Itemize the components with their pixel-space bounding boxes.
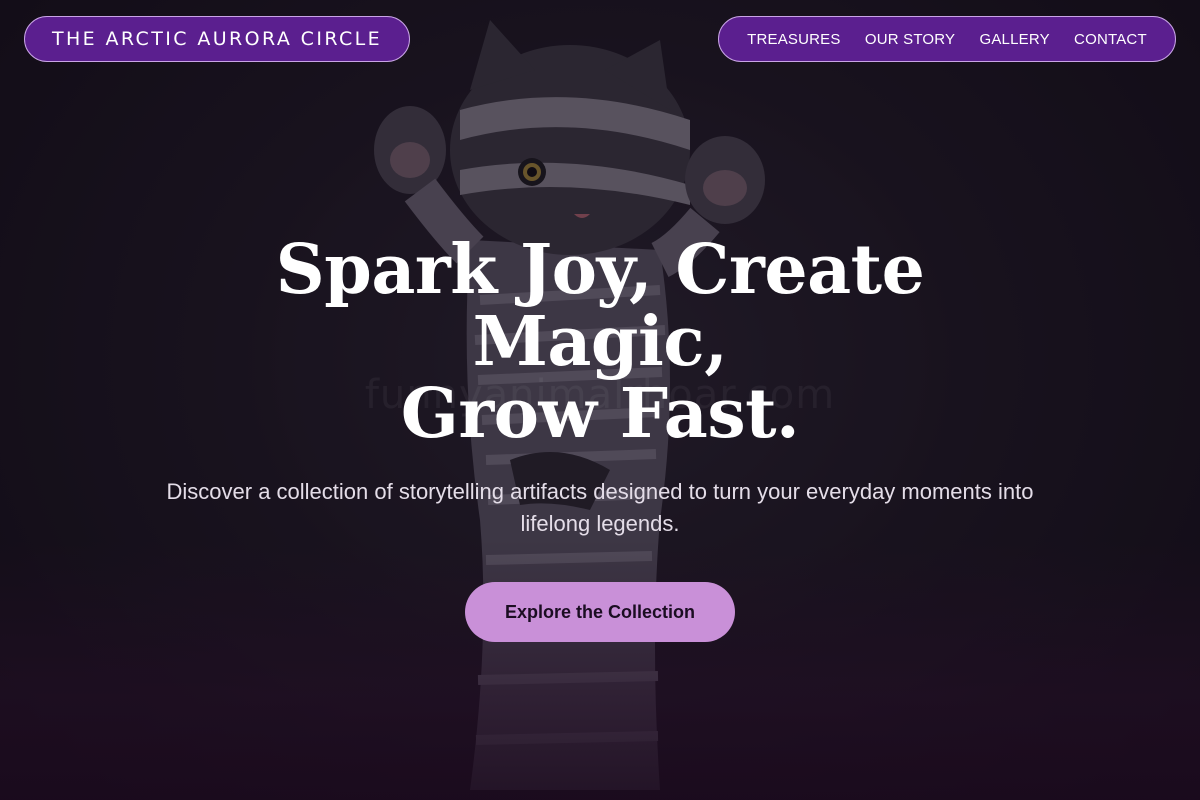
hero-section: Spark Joy, Create Magic, Grow Fast. Disc… <box>0 234 1200 642</box>
hero-title-line-1: Spark Joy, Create Magic, <box>275 230 925 382</box>
hero-title: Spark Joy, Create Magic, Grow Fast. <box>150 234 1050 450</box>
nav-link-treasures[interactable]: TREASURES <box>747 31 841 48</box>
nav-link-our-story[interactable]: OUR STORY <box>865 31 955 48</box>
hero-title-line-2: Grow Fast. <box>400 374 800 454</box>
hero-subtitle: Discover a collection of storytelling ar… <box>166 479 1034 536</box>
nav-link-contact[interactable]: CONTACT <box>1074 31 1147 48</box>
main-nav: TREASURES OUR STORY GALLERY CONTACT <box>718 16 1176 62</box>
nav-link-gallery[interactable]: GALLERY <box>979 31 1049 48</box>
brand-logo[interactable]: THE ARCTIC AURORA CIRCLE <box>24 16 410 62</box>
explore-collection-button[interactable]: Explore the Collection <box>465 582 735 642</box>
